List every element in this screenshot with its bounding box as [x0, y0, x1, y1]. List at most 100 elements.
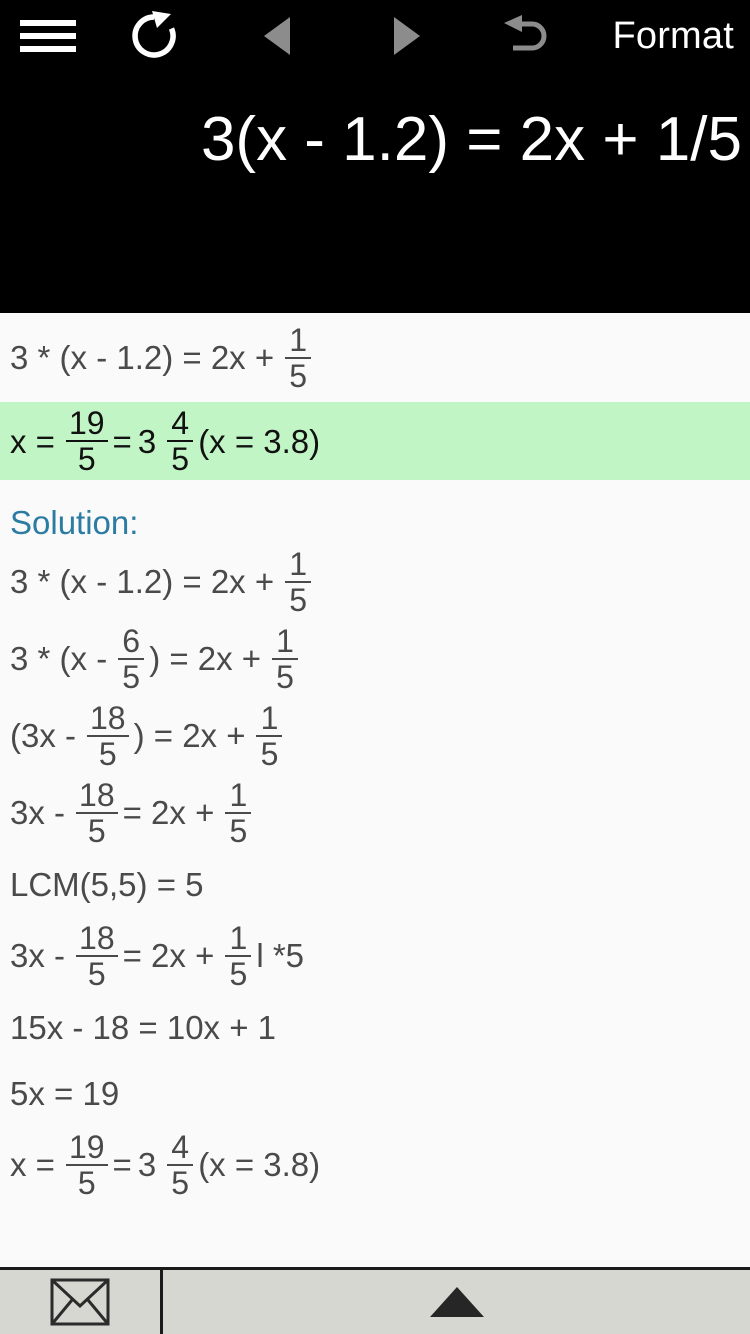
math-text: ) = 2x + [149, 640, 262, 677]
top-toolbar: Format [0, 0, 750, 72]
math-text: (x = 3.8) [198, 1146, 321, 1183]
solution-step[interactable]: 3x -18 5 = 2x +1 5 [0, 774, 750, 851]
results-sheet[interactable]: 3 * (x - 1.2) = 2x + 1 5 x = 19 5 = 3 4 … [0, 313, 750, 1270]
format-button[interactable]: Format [584, 0, 750, 72]
envelope-icon [50, 1278, 110, 1326]
next-triangle-icon [394, 17, 420, 55]
fraction-numerator: 6 [122, 622, 141, 659]
previous-button[interactable] [212, 0, 342, 72]
solution-step[interactable]: 15x - 18 = 10x + 1 [0, 994, 750, 1060]
fraction-numerator: 18 [79, 776, 115, 813]
math-text: 3 * (x - 1.2) = 2x + [10, 563, 275, 600]
solution-step[interactable]: 3 * (x -6 5) = 2x +1 5 [0, 620, 750, 697]
math-text: 3x - [10, 937, 66, 974]
math-text: 3x - [10, 794, 66, 831]
app-root: Format 3(x - 1.2) = 2x + 1/5 3 * (x - 1.… [0, 0, 750, 1334]
fraction-denominator: 5 [87, 812, 106, 849]
solution-step-expression: x = 19 5 = 3 4 5 (x = 3.8) [10, 1131, 326, 1199]
fraction-denominator: 5 [98, 735, 117, 772]
fraction-denominator: 5 [289, 581, 308, 618]
math-text: = 2x + [122, 937, 215, 974]
answer-fraction-numerator: 19 [68, 405, 105, 441]
math-fraction: 15 [272, 622, 299, 695]
math-fraction: 18 5 [87, 702, 129, 770]
input-echo-row[interactable]: 3 * (x - 1.2) = 2x + 1 5 [0, 313, 750, 402]
solution-step-expression: LCM(5,5) = 5 [10, 868, 210, 901]
refresh-icon [132, 11, 176, 58]
fraction-numerator: 19 [68, 1128, 105, 1165]
answer-improper-fraction: 19 5 [65, 405, 108, 477]
solution-steps: 3 * (x - 1.2) = 2x +1 5 3 * (x -6 5) = 2x +… [0, 543, 750, 1203]
math-text: 15x - 18 = 10x + 1 [10, 1008, 277, 1046]
solution-step[interactable]: (3x -18 5) = 2x +1 5 [0, 697, 750, 774]
fraction-numerator: 1 [276, 622, 294, 659]
previous-triangle-icon [264, 17, 290, 55]
answer-mixed-numerator: 4 [171, 405, 190, 441]
undo-button[interactable] [472, 0, 584, 72]
fraction-denominator: 5 [122, 658, 141, 695]
math-fraction: 18 5 [76, 922, 118, 990]
bottom-toolbar [0, 1267, 750, 1334]
math-text: LCM(5,5) = 5 [10, 865, 204, 903]
fraction-denominator: 5 [260, 735, 279, 772]
mail-button[interactable] [0, 1270, 163, 1334]
fraction-denominator: 5 [171, 1164, 190, 1201]
solution-step[interactable]: 3 * (x - 1.2) = 2x + 1 5 [0, 543, 750, 620]
echo-fraction-denominator: 5 [289, 357, 308, 394]
answer-mixed-fraction: 4 5 [167, 405, 194, 475]
next-button[interactable] [342, 0, 472, 72]
solution-step[interactable]: 3x -18 5 = 2x +1 5 l *5 [0, 917, 750, 994]
fraction-denominator: 5 [229, 955, 248, 992]
solution-step-expression: 3 * (x - 1.2) = 2x + 1 5 [10, 548, 316, 616]
menu-button[interactable] [0, 0, 96, 72]
fraction-denominator: 5 [276, 658, 294, 695]
fraction-numerator: 18 [79, 919, 115, 956]
hamburger-menu-icon [20, 13, 76, 59]
math-fraction: 65 [118, 622, 145, 695]
answer-prefix: x = [10, 422, 55, 460]
math-fraction: 19 5 [65, 1128, 108, 1201]
fraction-denominator: 5 [229, 812, 248, 849]
solution-step-expression: 5x = 19 [10, 1077, 125, 1110]
triangle-up-icon [429, 1287, 484, 1317]
fraction-numerator: 1 [289, 545, 308, 582]
answer-mixed-number: 3 4 5 [138, 407, 198, 475]
solution-step[interactable]: x = 19 5 = 3 4 5 (x = 3.8) [0, 1126, 750, 1203]
math-text: l *5 [256, 937, 305, 974]
fraction-numerator: 1 [229, 919, 248, 956]
math-text: ) = 2x + [133, 717, 246, 754]
solution-step-expression: 15x - 18 = 10x + 1 [10, 1011, 282, 1044]
solution-step-expression: (3x -18 5) = 2x +1 5 [10, 702, 287, 770]
mixed-fraction: 45 [167, 1128, 194, 1201]
fraction-denominator: 5 [87, 955, 106, 992]
answer-equals: = [112, 422, 132, 460]
answer-row[interactable]: x = 19 5 = 3 4 5 (x = 3.8) [0, 402, 750, 480]
math-text: = [112, 1146, 132, 1183]
solution-step[interactable]: LCM(5,5) = 5 [0, 851, 750, 917]
refresh-button[interactable] [96, 0, 212, 72]
scroll-up-button[interactable] [163, 1270, 750, 1334]
solution-heading: Solution: [10, 504, 139, 541]
math-fraction: 15 [225, 919, 252, 992]
math-text: 3 * (x - [10, 640, 108, 677]
answer-expression: x = 19 5 = 3 4 5 (x = 3.8) [10, 407, 326, 475]
math-text: = 2x + [122, 794, 215, 831]
solution-step-expression: 3x -18 5 = 2x +1 5 [10, 779, 256, 847]
fraction-numerator: 18 [90, 699, 126, 736]
fraction-numerator: 1 [260, 699, 279, 736]
answer-mixed-whole: 3 [137, 422, 157, 460]
fraction-numerator: 1 [229, 776, 248, 813]
math-text: (3x - [10, 717, 76, 754]
display-equation-text: 3(x - 1.2) = 2x + 1/5 [200, 105, 742, 174]
undo-arrow-icon [504, 15, 547, 51]
answer-fraction-denominator: 5 [77, 441, 96, 477]
math-text: 5x = 19 [10, 1074, 120, 1112]
format-label: Format [612, 15, 734, 57]
echo-fraction-numerator: 1 [289, 321, 308, 358]
equation-display[interactable]: 3(x - 1.2) = 2x + 1/5 [0, 72, 750, 313]
fraction-numerator: 4 [171, 1128, 190, 1165]
fraction-denominator: 5 [77, 1164, 96, 1201]
solution-step[interactable]: 5x = 19 [0, 1060, 750, 1126]
solution-step-expression: 3x -18 5 = 2x +1 5 l *5 [10, 922, 310, 990]
answer-decimal: (x = 3.8) [198, 422, 321, 460]
